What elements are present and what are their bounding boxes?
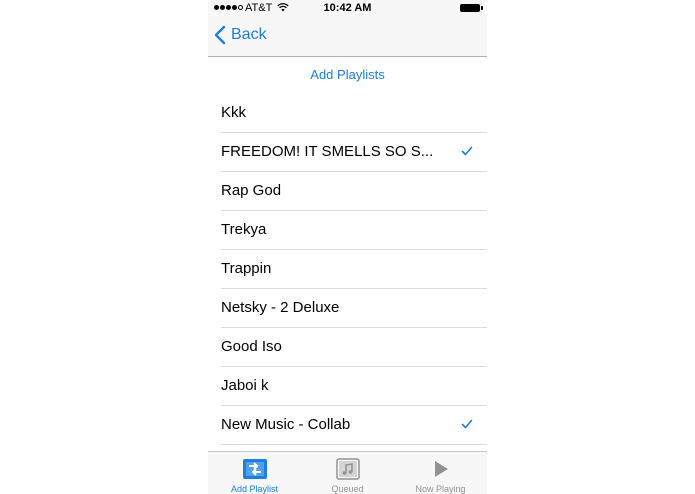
back-label: Back bbox=[231, 26, 267, 43]
playlist-name: Trekya bbox=[221, 221, 267, 238]
tab-label: Add Playlist bbox=[230, 484, 279, 494]
list-item[interactable]: FREEDOM! IT SMELLS SO S... bbox=[221, 133, 487, 172]
list-item[interactable]: Rap God bbox=[221, 172, 487, 211]
tab-add-playlist[interactable]: Add Playlist bbox=[208, 452, 301, 494]
status-time: 10:42 AM bbox=[323, 2, 372, 14]
checkmark-icon bbox=[461, 419, 473, 429]
phone-screen: AT&T 10:42 AM Back Add Playlists Kkk FREE… bbox=[208, 0, 487, 494]
list-item[interactable]: Netsky - 2 Deluxe bbox=[221, 289, 487, 328]
playlist-name: Kkk bbox=[221, 104, 247, 121]
queued-music-icon bbox=[335, 458, 361, 480]
tab-queued-music[interactable]: Queued bbox=[301, 452, 394, 494]
list-item[interactable]: Kkk bbox=[221, 94, 487, 133]
list-item[interactable]: Trekya bbox=[221, 211, 487, 250]
tab-bar: Add Playlist Queued Now Playing bbox=[208, 451, 487, 494]
playlist-list: Kkk FREEDOM! IT SMELLS SO S... Rap God Trek… bbox=[221, 94, 487, 445]
tab-label: Queued bbox=[331, 484, 364, 494]
play-icon bbox=[428, 458, 454, 480]
battery-icon bbox=[460, 4, 483, 12]
playlist-name: FREEDOM! IT SMELLS SO S... bbox=[221, 143, 434, 160]
tab-label: Now Playing bbox=[415, 484, 466, 494]
status-bar: AT&T 10:42 AM bbox=[208, 0, 487, 18]
playlist-name: Good Iso bbox=[221, 338, 282, 355]
add-playlist-icon bbox=[242, 458, 268, 480]
back-button[interactable]: Back bbox=[214, 25, 267, 45]
playlist-name: Jaboi k bbox=[221, 377, 269, 394]
playlist-name: Netsky - 2 Deluxe bbox=[221, 299, 340, 316]
section-title: Add Playlists bbox=[310, 67, 385, 82]
playlist-name: New Music - Collab bbox=[221, 416, 351, 433]
list-item[interactable]: New Music - Collab bbox=[221, 406, 487, 445]
chevron-left-icon bbox=[214, 25, 226, 45]
checkmark-icon bbox=[461, 146, 473, 156]
list-item[interactable]: Good Iso bbox=[221, 328, 487, 367]
tab-play[interactable]: Now Playing bbox=[394, 452, 487, 494]
playlist-name: Rap God bbox=[221, 182, 282, 199]
navigation-bar: Back bbox=[208, 18, 487, 57]
list-item[interactable]: Trappin bbox=[221, 250, 487, 289]
playlist-name: Trappin bbox=[221, 260, 272, 277]
list-item[interactable]: Jaboi k bbox=[221, 367, 487, 406]
